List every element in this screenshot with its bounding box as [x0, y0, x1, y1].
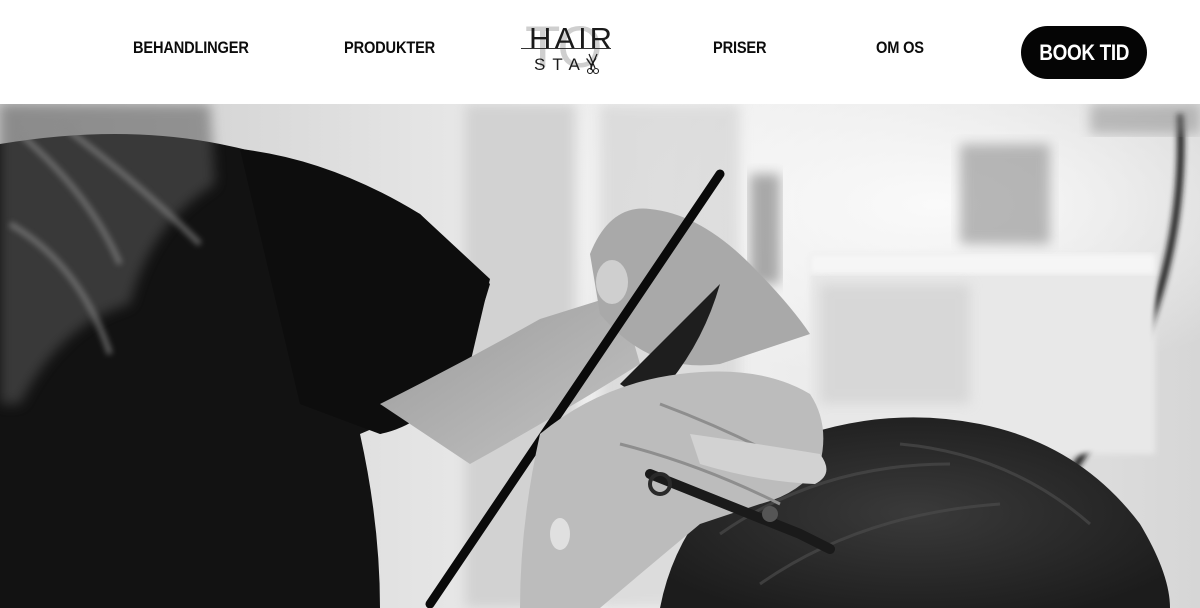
logo-wordmark: HAIR	[529, 21, 616, 56]
nav-link-priser[interactable]: PRISER	[713, 38, 767, 58]
logo-divider	[521, 48, 611, 49]
hero-image	[0, 104, 1200, 608]
nav-link-behandlinger[interactable]: BEHANDLINGER	[133, 38, 249, 58]
scissors-icon	[586, 53, 600, 75]
hairdresser-photo	[0, 104, 1200, 608]
nav-link-produkter[interactable]: PRODUKTER	[344, 38, 435, 58]
site-header: BEHANDLINGER PRODUKTER TO HAIR STAY PRIS…	[0, 0, 1200, 104]
book-tid-label: BOOK TID	[1039, 39, 1129, 65]
book-tid-button[interactable]: BOOK TID	[1021, 26, 1147, 79]
nav-link-om-os[interactable]: OM OS	[876, 38, 924, 58]
logo[interactable]: TO HAIR STAY	[519, 16, 612, 82]
